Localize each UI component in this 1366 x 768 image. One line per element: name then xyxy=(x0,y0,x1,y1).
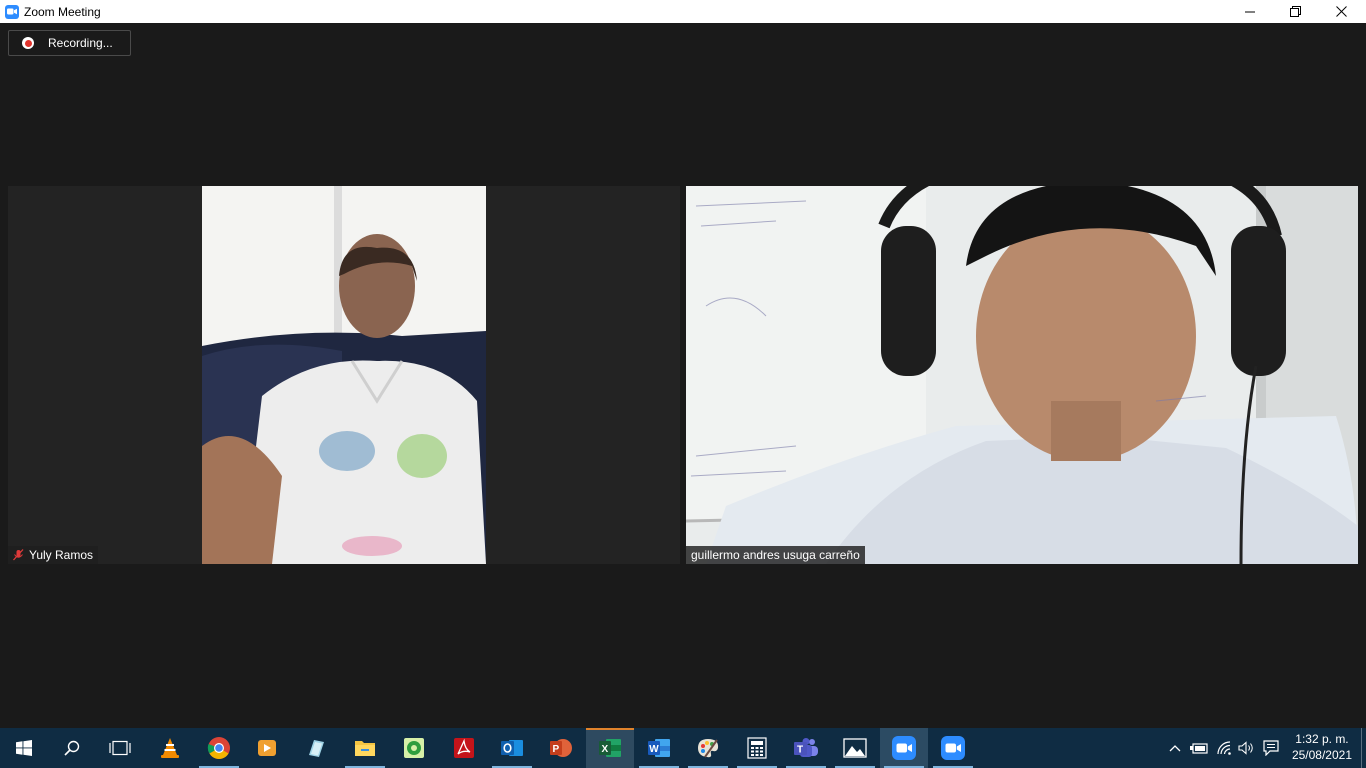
task-view-button[interactable] xyxy=(96,728,144,768)
word-icon: W xyxy=(648,739,670,757)
battery-icon xyxy=(1190,743,1208,754)
task-view-icon xyxy=(109,740,131,756)
participant-tile-1[interactable]: Yuly Ramos xyxy=(8,186,680,564)
recording-label: Recording... xyxy=(48,36,113,50)
taskbar-app-notes[interactable] xyxy=(292,728,340,768)
taskbar-app-photos[interactable] xyxy=(831,728,879,768)
taskbar-app-media-player[interactable] xyxy=(243,728,291,768)
taskbar-app-excel[interactable]: X xyxy=(586,728,634,768)
participant-name-label-1: Yuly Ramos xyxy=(8,546,99,564)
window-title: Zoom Meeting xyxy=(24,4,101,19)
taskbar-app-word[interactable]: W xyxy=(635,728,683,768)
photos-icon xyxy=(843,738,867,758)
search-button[interactable] xyxy=(48,728,96,768)
clock-date: 25/08/2021 xyxy=(1291,748,1352,762)
show-desktop-button[interactable] xyxy=(1361,728,1366,768)
taskbar-app-teams[interactable]: T xyxy=(782,728,830,768)
participant-video-1 xyxy=(202,186,486,564)
taskbar-app-powerpoint[interactable]: P xyxy=(537,728,585,768)
close-icon xyxy=(1335,6,1347,17)
green-app-icon xyxy=(404,738,424,758)
wifi-icon xyxy=(1217,741,1231,755)
notes-icon xyxy=(309,740,324,757)
action-center-button[interactable] xyxy=(1259,728,1283,768)
svg-text:P: P xyxy=(553,744,560,755)
pdf-icon xyxy=(454,738,474,758)
close-button[interactable] xyxy=(1318,0,1364,23)
teams-icon: T xyxy=(794,738,818,757)
taskbar-app-outlook[interactable] xyxy=(488,728,536,768)
svg-text:T: T xyxy=(797,745,803,756)
taskbar-app-vlc[interactable] xyxy=(146,728,194,768)
excel-icon: X xyxy=(599,739,621,757)
taskbar-app-chrome[interactable] xyxy=(195,728,243,768)
clock-time: 1:32 p. m. xyxy=(1295,732,1349,746)
taskbar-app-calculator[interactable] xyxy=(733,728,781,768)
zoom-icon xyxy=(892,736,916,760)
svg-text:X: X xyxy=(602,744,609,755)
chrome-icon xyxy=(207,737,230,759)
zoom-camera-icon xyxy=(5,4,19,19)
taskbar: P X W T 1:32 p. m. 25/08/2021 xyxy=(0,728,1366,768)
chevron-up-icon xyxy=(1169,745,1181,752)
calculator-icon xyxy=(747,737,767,759)
start-button[interactable] xyxy=(0,728,48,768)
svg-text:W: W xyxy=(649,744,659,755)
taskbar-app-file-explorer[interactable] xyxy=(341,728,389,768)
volume-icon xyxy=(1238,741,1253,755)
participant-video-2 xyxy=(686,186,1358,564)
taskbar-app-green[interactable] xyxy=(390,728,438,768)
show-hidden-icons-button[interactable] xyxy=(1164,728,1186,768)
search-icon xyxy=(64,740,80,756)
vlc-cone-icon xyxy=(161,738,179,758)
media-player-icon xyxy=(258,740,276,756)
participant-name-label-2: guillermo andres usuga carreño xyxy=(686,546,865,564)
battery-status[interactable] xyxy=(1187,728,1211,768)
taskbar-clock[interactable]: 1:32 p. m. 25/08/2021 xyxy=(1292,731,1352,763)
outlook-icon xyxy=(501,740,523,756)
zoom-icon xyxy=(941,736,965,760)
folder-icon xyxy=(355,741,375,756)
participant-name: guillermo andres usuga carreño xyxy=(691,548,860,562)
muted-microphone-icon xyxy=(13,549,24,561)
taskbar-app-zoom[interactable] xyxy=(880,728,928,768)
notification-icon xyxy=(1263,740,1279,756)
participant-name: Yuly Ramos xyxy=(29,548,94,562)
powerpoint-icon: P xyxy=(550,739,572,757)
network-status[interactable] xyxy=(1212,728,1236,768)
restore-button[interactable] xyxy=(1272,0,1318,23)
taskbar-app-zoom-meeting[interactable] xyxy=(929,728,977,768)
record-icon xyxy=(22,37,34,49)
windows-logo-icon xyxy=(16,740,32,756)
recording-indicator[interactable]: Recording... xyxy=(8,30,131,56)
volume-control[interactable] xyxy=(1236,728,1258,768)
taskbar-app-acrobat[interactable] xyxy=(440,728,488,768)
taskbar-app-paint[interactable] xyxy=(684,728,732,768)
restore-icon xyxy=(1289,6,1301,17)
paint-palette-icon xyxy=(698,739,719,758)
title-bar: Zoom Meeting xyxy=(0,0,1366,23)
minimize-button[interactable] xyxy=(1227,0,1273,23)
participant-tile-2[interactable]: guillermo andres usuga carreño xyxy=(686,186,1358,564)
minimize-icon xyxy=(1245,11,1255,12)
